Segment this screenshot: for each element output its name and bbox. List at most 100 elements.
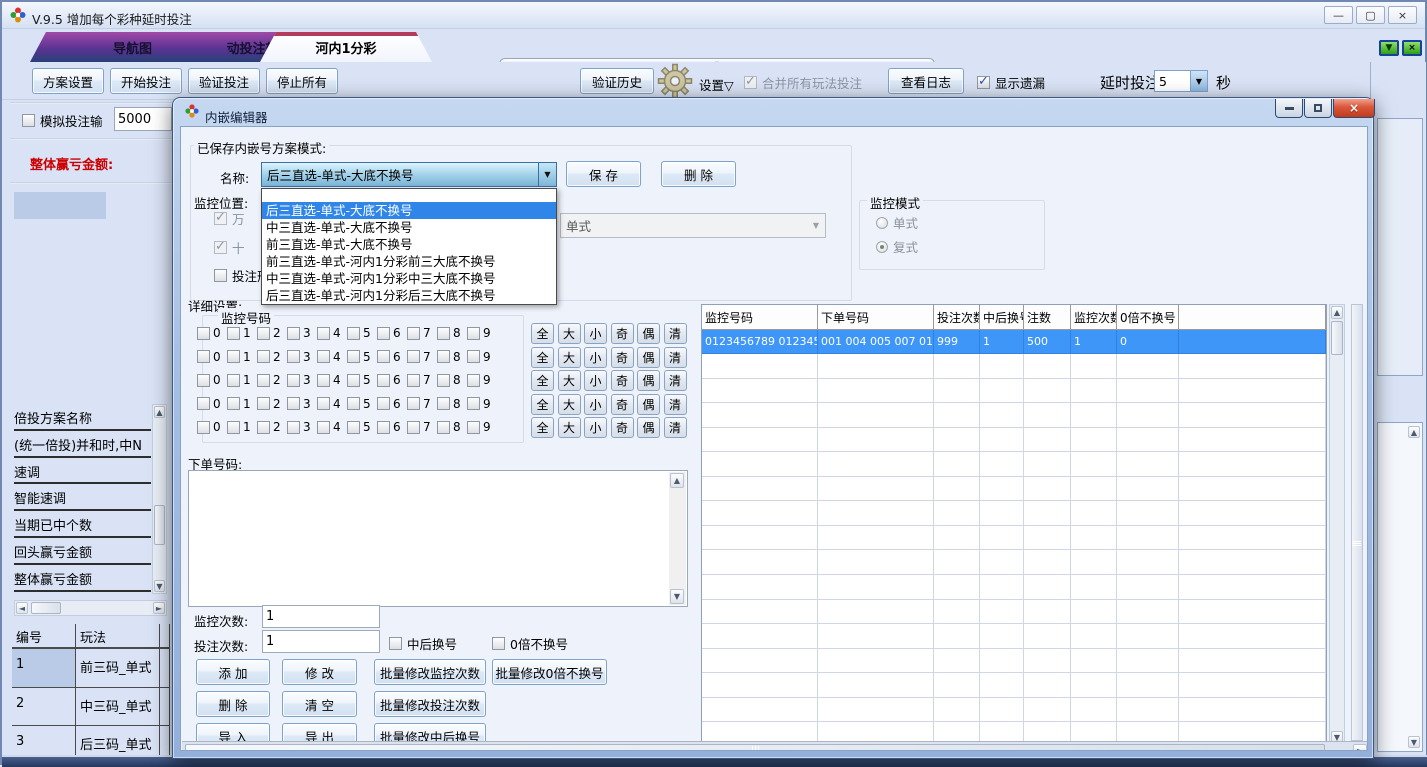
table-cell[interactable] xyxy=(160,649,170,688)
list-item[interactable]: 当期已中个数 xyxy=(14,511,151,538)
zero-nochange-checkbox[interactable]: 0倍不换号 xyxy=(492,634,568,653)
delete-plan-button[interactable]: 删 除 xyxy=(661,161,736,187)
action-button-删除[interactable]: 删 除 xyxy=(196,691,270,717)
close-button[interactable]: × xyxy=(1388,6,1417,24)
table-cell[interactable] xyxy=(1024,550,1071,575)
table-cell[interactable] xyxy=(1071,501,1117,526)
table-cell[interactable] xyxy=(1024,428,1071,453)
table-cell[interactable] xyxy=(1117,526,1179,551)
table-cell[interactable] xyxy=(1024,698,1071,723)
quick-button-奇[interactable]: 奇 xyxy=(611,417,634,438)
table-cell[interactable] xyxy=(1117,501,1179,526)
table-cell[interactable] xyxy=(1179,649,1326,674)
table-cell-selected[interactable]: 1 xyxy=(1071,330,1117,355)
action-button-批量修改投注次数[interactable]: 批量修改投注次数 xyxy=(374,691,486,717)
digit-checkbox-7[interactable]: 7 xyxy=(407,326,437,340)
digit-checkbox-0[interactable]: 0 xyxy=(197,373,227,387)
action-button-添加[interactable]: 添 加 xyxy=(196,659,270,685)
quick-button-奇[interactable]: 奇 xyxy=(611,370,634,391)
scroll-up-icon[interactable]: ▲ xyxy=(154,406,165,418)
table-cell[interactable] xyxy=(702,600,818,625)
digit-checkbox-4[interactable]: 4 xyxy=(317,326,347,340)
list-item[interactable]: 回头赢亏金额 xyxy=(14,538,151,565)
quick-button-偶[interactable]: 偶 xyxy=(637,370,660,391)
quick-button-清[interactable]: 清 xyxy=(664,394,687,415)
digit-checkbox-7[interactable]: 7 xyxy=(407,420,437,434)
digit-checkbox-8[interactable]: 8 xyxy=(437,420,467,434)
table-cell[interactable] xyxy=(1024,403,1071,428)
table-cell[interactable] xyxy=(818,501,934,526)
table-cell-selected[interactable]: 999 xyxy=(934,330,980,355)
table-cell[interactable] xyxy=(980,526,1024,551)
table-cell[interactable] xyxy=(1024,624,1071,649)
plan-name-combobox[interactable]: 后三直选-单式-大底不换号 ▼ xyxy=(261,162,557,187)
quick-button-小[interactable]: 小 xyxy=(584,347,607,368)
quick-button-大[interactable]: 大 xyxy=(558,394,581,415)
quick-button-偶[interactable]: 偶 xyxy=(637,323,660,344)
quick-button-奇[interactable]: 奇 xyxy=(611,323,634,344)
dropdown-option-2[interactable]: 中三直选-单式-大底不换号 xyxy=(262,219,556,236)
quick-button-清[interactable]: 清 xyxy=(664,323,687,344)
table-cell-selected[interactable]: 0 xyxy=(1117,330,1179,355)
tab-1[interactable]: 导航图 xyxy=(30,32,235,62)
position-checkbox-1[interactable]: 万 xyxy=(214,209,245,228)
table-cell[interactable] xyxy=(1179,379,1326,404)
digit-checkbox-0[interactable]: 0 xyxy=(197,397,227,411)
digit-checkbox-9[interactable]: 9 xyxy=(467,326,497,340)
table-cell[interactable] xyxy=(1071,526,1117,551)
table-cell[interactable] xyxy=(1179,354,1326,379)
dialog-horizontal-scrollbar[interactable]: ► xyxy=(182,741,1368,751)
scroll-right-icon[interactable]: ► xyxy=(1353,744,1367,751)
list-vertical-scrollbar[interactable]: ▲ ▼ xyxy=(152,404,167,594)
table-cell[interactable] xyxy=(980,428,1024,453)
table-cell[interactable] xyxy=(1179,403,1326,428)
quick-button-清[interactable]: 清 xyxy=(664,417,687,438)
table-cell[interactable] xyxy=(160,688,170,727)
quick-button-小[interactable]: 小 xyxy=(584,323,607,344)
table-cell[interactable] xyxy=(1024,526,1071,551)
table-cell[interactable] xyxy=(934,649,980,674)
table-cell[interactable] xyxy=(934,403,980,428)
table-cell[interactable] xyxy=(1117,550,1179,575)
table-cell[interactable] xyxy=(702,452,818,477)
digit-checkbox-8[interactable]: 8 xyxy=(437,373,467,387)
dropdown-option-1[interactable]: 后三直选-单式-大底不换号 xyxy=(262,202,556,219)
table-cell[interactable] xyxy=(980,649,1024,674)
digit-checkbox-1[interactable]: 1 xyxy=(227,326,257,340)
table-cell[interactable] xyxy=(1024,673,1071,698)
table-cell[interactable] xyxy=(1117,379,1179,404)
table-cell[interactable] xyxy=(1024,649,1071,674)
list-item[interactable]: 速调 xyxy=(14,458,151,485)
settings-menu[interactable]: 设置▽ xyxy=(699,75,734,94)
digit-checkbox-0[interactable]: 0 xyxy=(197,326,227,340)
table-cell[interactable] xyxy=(818,354,934,379)
table-cell[interactable] xyxy=(1071,550,1117,575)
digit-checkbox-6[interactable]: 6 xyxy=(377,420,407,434)
dropdown-option-0[interactable] xyxy=(262,189,556,202)
table-cell[interactable] xyxy=(1117,698,1179,723)
textarea-scrollbar[interactable]: ▲ ▼ xyxy=(669,472,686,605)
digit-checkbox-6[interactable]: 6 xyxy=(377,373,407,387)
table-cell[interactable] xyxy=(1071,428,1117,453)
table-cell[interactable] xyxy=(818,477,934,502)
digit-checkbox-1[interactable]: 1 xyxy=(227,420,257,434)
table-cell[interactable] xyxy=(1117,673,1179,698)
table-cell[interactable] xyxy=(934,600,980,625)
table-cell[interactable] xyxy=(1024,452,1071,477)
table-cell[interactable] xyxy=(702,403,818,428)
toolbar-button-1[interactable]: 方案设置 xyxy=(32,68,104,94)
digit-checkbox-6[interactable]: 6 xyxy=(377,350,407,364)
quick-button-小[interactable]: 小 xyxy=(584,370,607,391)
table-cell[interactable] xyxy=(980,600,1024,625)
digit-checkbox-8[interactable]: 8 xyxy=(437,326,467,340)
table-cell[interactable] xyxy=(934,379,980,404)
table-cell[interactable] xyxy=(1179,477,1326,502)
quick-button-大[interactable]: 大 xyxy=(558,370,581,391)
table-cell[interactable] xyxy=(702,428,818,453)
table-cell[interactable] xyxy=(702,698,818,723)
quick-button-偶[interactable]: 偶 xyxy=(637,394,660,415)
table-cell[interactable] xyxy=(1179,698,1326,723)
table-cell[interactable] xyxy=(1024,379,1071,404)
table-cell[interactable]: 2 xyxy=(12,688,76,727)
table-cell[interactable] xyxy=(702,673,818,698)
